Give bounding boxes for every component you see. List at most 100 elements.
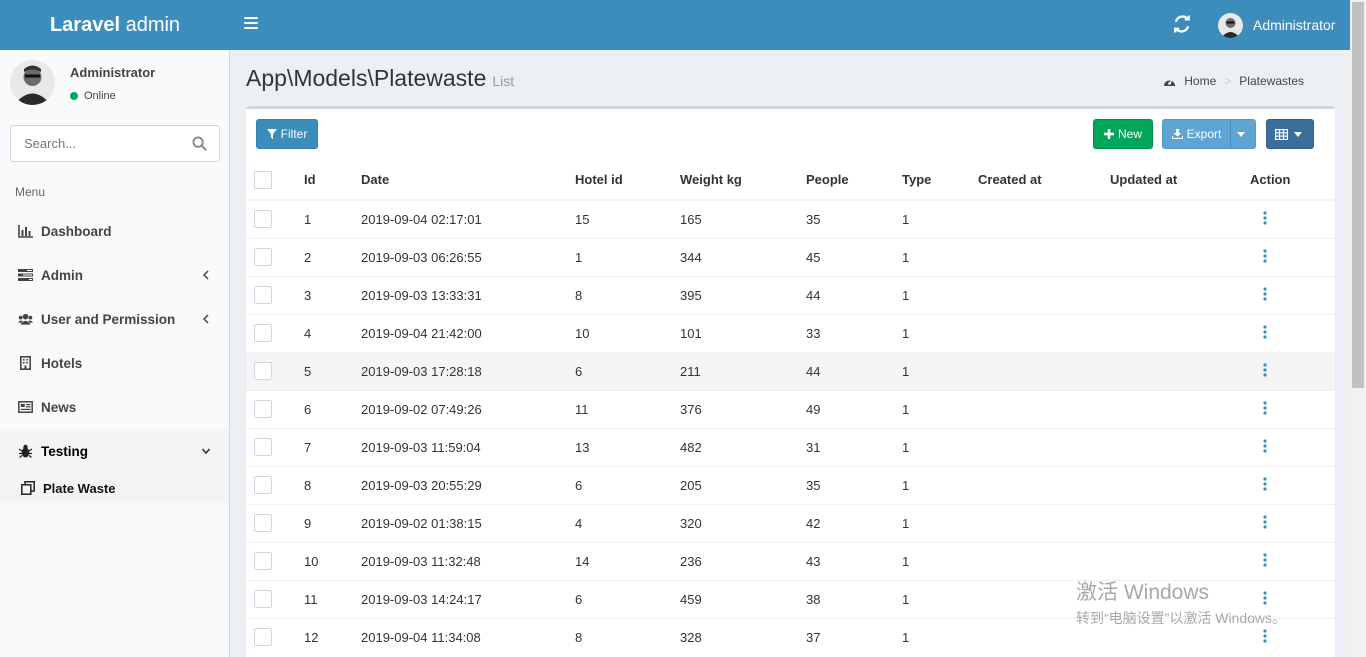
column-header[interactable]: Weight kg bbox=[680, 160, 806, 201]
row-checkbox[interactable] bbox=[254, 476, 272, 494]
table-row[interactable]: 12 2019-09-04 11:34:08 8 328 37 1 bbox=[246, 617, 1335, 656]
sidebar-item-news[interactable]: News bbox=[0, 385, 229, 429]
row-checkbox[interactable] bbox=[254, 324, 272, 342]
table-cell-type: 1 bbox=[902, 503, 978, 542]
breadcrumb: Home > Platewastes bbox=[1163, 74, 1304, 88]
table-row[interactable]: 3 2019-09-03 13:33:31 8 395 44 1 bbox=[246, 275, 1335, 314]
row-checkbox[interactable] bbox=[254, 248, 272, 266]
more-actions-icon[interactable] bbox=[1261, 211, 1269, 225]
logo-bold-text: Laravel bbox=[49, 13, 121, 36]
row-checkbox[interactable] bbox=[254, 438, 272, 456]
sidebar-item-user-and-permission[interactable]: User and Permission bbox=[0, 297, 229, 341]
row-checkbox[interactable] bbox=[254, 210, 272, 229]
sidebar-item-plate-waste[interactable]: Plate Waste bbox=[0, 473, 229, 503]
table-cell-hotel-id: 4 bbox=[575, 503, 680, 542]
table-row[interactable]: 1 2019-09-04 02:17:01 15 165 35 1 bbox=[246, 199, 1335, 238]
more-actions-icon[interactable] bbox=[1261, 438, 1269, 453]
table-cell-id: 2 bbox=[304, 237, 361, 276]
table-cell-updated bbox=[1110, 503, 1250, 542]
column-header[interactable]: Type bbox=[902, 160, 978, 201]
table-cell-people: 38 bbox=[806, 579, 902, 618]
main-content: App\Models\Platewaste List Home > Platewa… bbox=[231, 50, 1350, 657]
table-row[interactable]: 2 2019-09-03 06:26:55 1 344 45 1 bbox=[246, 237, 1335, 276]
search-input[interactable] bbox=[11, 126, 181, 161]
table-cell-weight: 101 bbox=[680, 313, 806, 352]
caret-down-icon bbox=[1237, 131, 1245, 137]
table-cell-type: 1 bbox=[902, 275, 978, 314]
sidebar-toggle-button[interactable] bbox=[244, 17, 258, 29]
app-logo[interactable]: Laravel admin bbox=[0, 0, 230, 50]
sidebar: Administrator Online Menu Dashboard Admi… bbox=[0, 50, 230, 657]
table-cell-weight: 165 bbox=[680, 199, 806, 238]
table-cell-people: 45 bbox=[806, 237, 902, 276]
more-actions-icon[interactable] bbox=[1261, 476, 1269, 491]
more-actions-icon[interactable] bbox=[1261, 590, 1269, 605]
new-button[interactable]: New bbox=[1093, 119, 1153, 149]
filter-button-label: Filter bbox=[280, 127, 308, 141]
sidebar-item-label: Plate Waste bbox=[43, 480, 116, 496]
more-actions-icon[interactable] bbox=[1261, 629, 1269, 643]
table-row[interactable]: 8 2019-09-03 20:55:29 6 205 35 1 bbox=[246, 465, 1335, 504]
row-checkbox[interactable] bbox=[254, 286, 272, 304]
row-checkbox[interactable] bbox=[254, 552, 272, 570]
column-selector-button[interactable] bbox=[1266, 119, 1314, 149]
more-actions-icon[interactable] bbox=[1261, 514, 1269, 529]
row-checkbox[interactable] bbox=[254, 590, 272, 608]
more-actions-icon[interactable] bbox=[1261, 248, 1269, 263]
table-cell-weight: 236 bbox=[680, 541, 806, 580]
table-cell-type: 1 bbox=[902, 313, 978, 352]
export-button[interactable]: Export bbox=[1162, 119, 1231, 149]
table-row[interactable]: 5 2019-09-03 17:28:18 6 211 44 1 bbox=[246, 351, 1335, 390]
table-cell-id: 6 bbox=[304, 389, 361, 428]
sidebar-item-label: Hotels bbox=[41, 355, 83, 371]
more-actions-icon[interactable] bbox=[1261, 400, 1269, 415]
table-row[interactable]: 11 2019-09-03 14:24:17 6 459 38 1 bbox=[246, 579, 1335, 618]
search-icon[interactable] bbox=[192, 136, 207, 151]
online-dot-icon bbox=[70, 92, 78, 100]
data-table: Id Date Hotel id Weight kg People Type C… bbox=[246, 160, 1335, 656]
column-header[interactable]: People bbox=[806, 160, 902, 201]
sidebar-item-dashboard[interactable]: Dashboard bbox=[0, 209, 229, 253]
filter-button[interactable]: Filter bbox=[256, 119, 318, 149]
table-cell-id: 10 bbox=[304, 541, 361, 580]
user-menu[interactable]: Administrator bbox=[1218, 12, 1335, 38]
sidebar-item-testing[interactable]: Testing bbox=[0, 429, 229, 473]
sidebar-item-admin[interactable]: Admin bbox=[0, 253, 229, 297]
row-checkbox[interactable] bbox=[254, 628, 272, 647]
column-header[interactable]: Id bbox=[304, 160, 361, 201]
table-cell-id: 3 bbox=[304, 275, 361, 314]
scrollbar-thumb[interactable] bbox=[1352, 2, 1364, 388]
sidebar-item-hotels[interactable]: Hotels bbox=[0, 341, 229, 385]
table-cell-hotel-id: 8 bbox=[575, 617, 680, 656]
row-checkbox[interactable] bbox=[254, 362, 272, 380]
table-cell-people: 44 bbox=[806, 351, 902, 390]
row-checkbox[interactable] bbox=[254, 514, 272, 532]
table-cell-updated bbox=[1110, 351, 1250, 390]
table-cell-created bbox=[978, 199, 1110, 238]
table-row[interactable]: 4 2019-09-04 21:42:00 10 101 33 1 bbox=[246, 313, 1335, 352]
table-row[interactable]: 6 2019-09-02 07:49:26 11 376 49 1 bbox=[246, 389, 1335, 428]
table-cell-date: 2019-09-03 17:28:18 bbox=[361, 351, 575, 390]
page-scrollbar[interactable] bbox=[1350, 0, 1366, 657]
column-header[interactable]: Created at bbox=[978, 160, 1110, 201]
column-header[interactable]: Date bbox=[361, 160, 575, 201]
export-dropdown-button[interactable] bbox=[1230, 119, 1256, 149]
table-cell-weight: 320 bbox=[680, 503, 806, 542]
column-header[interactable]: Updated at bbox=[1110, 160, 1250, 201]
row-checkbox[interactable] bbox=[254, 400, 272, 418]
table-row[interactable]: 9 2019-09-02 01:38:15 4 320 42 1 bbox=[246, 503, 1335, 542]
table-row[interactable]: 10 2019-09-03 11:32:48 14 236 43 1 bbox=[246, 541, 1335, 580]
more-actions-icon[interactable] bbox=[1261, 324, 1269, 339]
table-cell-updated bbox=[1110, 617, 1250, 656]
users-icon bbox=[18, 312, 33, 326]
refresh-icon[interactable] bbox=[1173, 15, 1191, 33]
more-actions-icon[interactable] bbox=[1261, 286, 1269, 301]
table-cell-hotel-id: 6 bbox=[575, 465, 680, 504]
table-row[interactable]: 7 2019-09-03 11:59:04 13 482 31 1 bbox=[246, 427, 1335, 466]
breadcrumb-home[interactable]: Home bbox=[1163, 74, 1216, 88]
more-actions-icon[interactable] bbox=[1261, 552, 1269, 567]
column-header[interactable]: Hotel id bbox=[575, 160, 680, 201]
table-cell-updated bbox=[1110, 465, 1250, 504]
more-actions-icon[interactable] bbox=[1261, 362, 1269, 377]
select-all-checkbox[interactable] bbox=[254, 170, 272, 189]
